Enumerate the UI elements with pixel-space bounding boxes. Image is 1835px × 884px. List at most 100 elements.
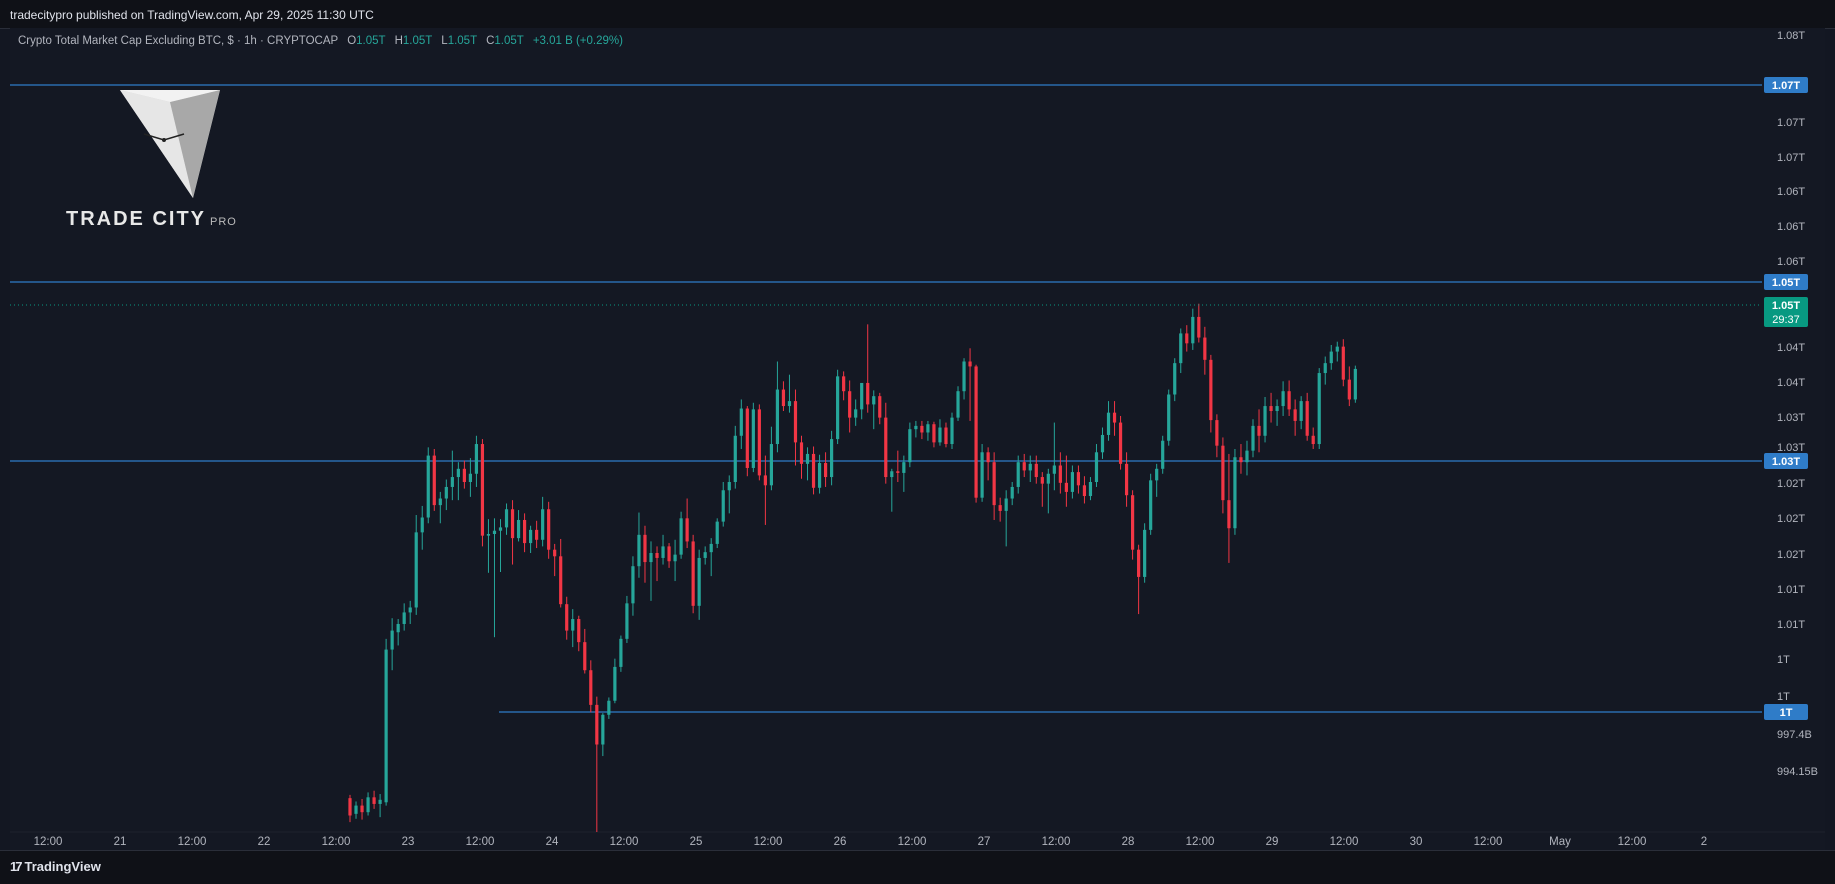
- candle-body: [492, 530, 497, 535]
- candle-body: [1076, 472, 1081, 486]
- candle-body: [354, 805, 358, 814]
- change-value: +3.01 B (+0.29%): [532, 35, 623, 47]
- y-tick-label: 1.02T: [1777, 549, 1805, 561]
- candle-body: [1100, 434, 1105, 453]
- candle-body: [733, 435, 737, 483]
- candle-body: [1233, 457, 1237, 529]
- candle-body: [920, 425, 924, 433]
- y-tick-label: 1.04T: [1777, 377, 1805, 389]
- candle-body: [986, 452, 990, 463]
- candle-body: [1131, 495, 1135, 550]
- candle-body: [902, 462, 906, 473]
- candle-body: [823, 463, 828, 478]
- candle-body: [679, 518, 683, 555]
- x-tick-label: 12:00: [1186, 836, 1215, 848]
- candle-body: [709, 543, 713, 553]
- candle-body: [583, 642, 587, 671]
- candle-body: [631, 566, 635, 604]
- candle-body: [1323, 363, 1327, 374]
- candle-body: [914, 425, 918, 430]
- x-tick-label: 29: [1266, 836, 1279, 848]
- candle-body: [637, 534, 641, 567]
- candle-body: [667, 546, 671, 562]
- candle-body: [607, 700, 611, 715]
- chart-area[interactable]: 1.08T1.08T1.07T1.07T1.06T1.06T1.06T1.05T…: [10, 28, 1825, 850]
- candle-body: [444, 486, 448, 499]
- x-tick-label: 21: [114, 836, 127, 848]
- candle-body: [384, 649, 388, 803]
- candle-body: [498, 527, 503, 531]
- candle-body: [402, 612, 406, 624]
- candle-body: [1143, 529, 1147, 577]
- footer-bar: 17 TradingView: [0, 850, 1835, 884]
- candle-body: [541, 509, 545, 540]
- candle-body: [890, 471, 894, 478]
- close-value: 1.05T: [494, 35, 524, 47]
- candle-body: [390, 630, 394, 650]
- candle-body: [649, 552, 653, 563]
- candle-body: [553, 549, 557, 557]
- candle-body: [372, 797, 376, 804]
- candle-body: [577, 619, 581, 643]
- candle-body: [1167, 394, 1171, 441]
- x-tick-label: 24: [546, 836, 559, 848]
- candle-body: [414, 532, 418, 608]
- candle-body: [793, 401, 798, 443]
- x-tick-label: 30: [1410, 836, 1423, 848]
- top-bar: tradecitypro published on TradingView.co…: [0, 0, 1835, 29]
- candle-body: [938, 427, 942, 443]
- candle-body: [1118, 422, 1123, 464]
- candle-body: [745, 408, 749, 468]
- x-tick-label: 25: [690, 836, 703, 848]
- y-tick-label: 1.01T: [1777, 584, 1805, 596]
- candle-body: [1305, 401, 1309, 436]
- candle-body: [450, 477, 454, 487]
- candle-body: [866, 382, 870, 405]
- candle-body: [811, 453, 816, 488]
- last-price-label: 1.05T: [1772, 300, 1800, 312]
- candlestick-chart[interactable]: 1.08T1.08T1.07T1.07T1.06T1.06T1.06T1.05T…: [10, 28, 1825, 850]
- candle-body: [1106, 412, 1111, 435]
- y-tick-label: 1.06T: [1777, 221, 1805, 233]
- x-tick-label: 12:00: [34, 836, 63, 848]
- candle-body: [685, 518, 689, 542]
- tradingview-logo[interactable]: 17 TradingView: [10, 859, 101, 874]
- symbol-description: Crypto Total Market Cap Excluding BTC, $…: [18, 35, 338, 47]
- candle-body: [1299, 401, 1303, 421]
- x-tick-label: 26: [834, 836, 847, 848]
- candle-body: [619, 638, 623, 667]
- candle-body: [703, 552, 707, 558]
- candle-body: [805, 453, 810, 464]
- x-tick-label: 12:00: [610, 836, 639, 848]
- candle-body: [781, 389, 786, 407]
- level-price-label: 1.03T: [1772, 456, 1800, 468]
- candle-body: [510, 509, 515, 539]
- candle-body: [1185, 333, 1189, 344]
- candle-body: [1046, 473, 1050, 484]
- x-tick-label: 2: [1701, 836, 1707, 848]
- candle-body: [504, 509, 509, 528]
- candle-body: [565, 604, 569, 631]
- candle-body: [1016, 462, 1020, 487]
- candle-body: [1064, 482, 1068, 492]
- candle-body: [462, 468, 466, 483]
- candle-body: [1070, 472, 1074, 492]
- level-price-label: 1.07T: [1772, 80, 1800, 92]
- candle-body: [715, 521, 719, 544]
- candle-body: [571, 619, 575, 631]
- candle-body: [757, 409, 761, 476]
- candle-body: [1155, 468, 1159, 481]
- candle-body: [595, 704, 599, 745]
- candle-body: [1329, 351, 1333, 364]
- candle-body: [1034, 463, 1038, 478]
- candle-body: [1209, 359, 1213, 421]
- candle-body: [1040, 477, 1044, 484]
- level-price-label: 1.05T: [1772, 277, 1800, 289]
- candle-body: [763, 475, 767, 486]
- candle-body: [420, 517, 424, 533]
- candle-body: [1010, 486, 1014, 499]
- candle-body: [944, 427, 948, 445]
- candle-body: [480, 444, 485, 536]
- candle-body: [1269, 406, 1273, 412]
- candle-body: [1028, 463, 1032, 471]
